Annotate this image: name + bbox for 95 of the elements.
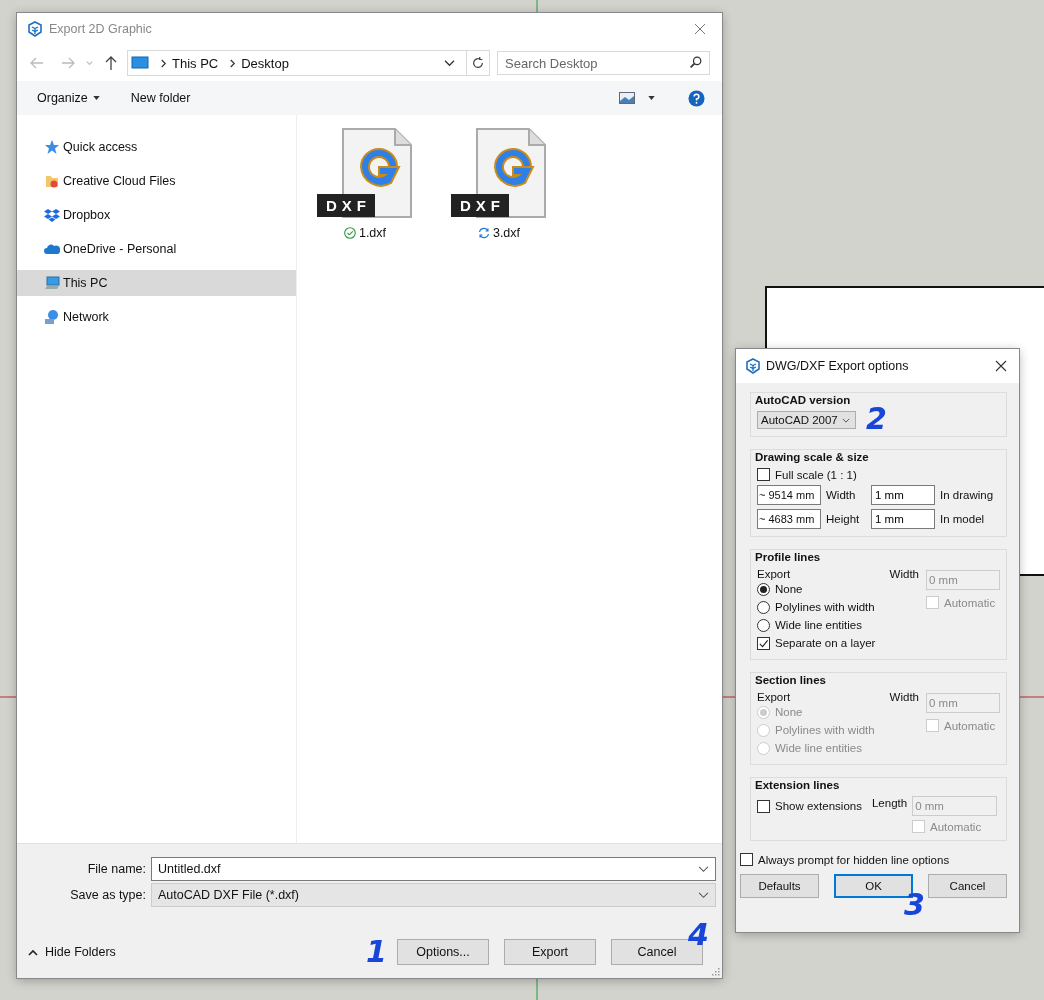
- chevron-down-icon: [842, 417, 850, 423]
- sidebar-item[interactable]: Dropbox: [17, 202, 296, 228]
- dimension-label: Height: [826, 513, 861, 525]
- sidebar-item[interactable]: Quick access: [17, 134, 296, 160]
- computer-icon: [44, 275, 60, 291]
- new-folder-button[interactable]: New folder: [130, 91, 191, 105]
- close-icon: [995, 360, 1007, 372]
- chevron-down-icon: [698, 891, 709, 899]
- radio-label: None: [775, 583, 803, 595]
- hide-folders-button[interactable]: Hide Folders: [28, 945, 116, 959]
- organize-menu-button[interactable]: Organize: [37, 91, 88, 105]
- file-type-badge: DXF: [317, 194, 375, 217]
- caret-icon: [92, 96, 100, 100]
- radio-label: None: [775, 706, 803, 718]
- file-item[interactable]: 1.dxf: [343, 226, 387, 240]
- checkbox-label: Automatic: [944, 596, 996, 609]
- checkbox[interactable]: [757, 468, 770, 481]
- checkbox-label: Separate on a layer: [775, 637, 876, 649]
- sidebar-item[interactable]: Creative Cloud Files: [17, 168, 296, 194]
- checkbox-label: Always prompt for hidden line options: [758, 853, 950, 866]
- star-icon: [44, 139, 60, 155]
- group-heading: Drawing scale & size: [755, 451, 870, 463]
- help-icon[interactable]: [688, 89, 705, 107]
- checkbox-label: Automatic: [944, 719, 996, 732]
- checkbox-label: Automatic: [930, 820, 982, 833]
- handwritten-number: 1: [366, 937, 387, 967]
- save-as-type-label: Save as type:: [69, 888, 147, 902]
- chevron-right-icon: [160, 58, 167, 68]
- breadcrumb[interactable]: This PC: [172, 55, 219, 71]
- checkbox[interactable]: [740, 853, 753, 866]
- radio-label: Polylines with width: [775, 724, 875, 736]
- address-bar[interactable]: This PC Desktop: [127, 50, 490, 76]
- sync-icon: [477, 227, 490, 239]
- file-type-badge: DXF: [451, 194, 509, 217]
- checkbox[interactable]: [757, 799, 770, 813]
- chevron-down-icon: [698, 865, 709, 873]
- file-name-field[interactable]: Untitled.dxf: [151, 857, 716, 881]
- dropbox-icon: [44, 207, 60, 223]
- cube-logo-icon: [745, 358, 761, 374]
- chevron-down-icon[interactable]: [444, 58, 455, 68]
- dialog-button[interactable]: Cancel: [928, 874, 1007, 898]
- group-heading: Profile lines: [755, 551, 822, 563]
- group-heading: AutoCAD version: [755, 394, 852, 406]
- breadcrumb[interactable]: Desktop: [241, 55, 289, 71]
- dimension-label: Width: [826, 489, 857, 501]
- dialog-button[interactable]: Export: [504, 939, 596, 965]
- search-field[interactable]: Search Desktop: [497, 51, 710, 75]
- export-label: Export: [757, 691, 792, 703]
- sidebar-item[interactable]: OneDrive - Personal: [17, 236, 296, 262]
- width-label: Width: [889, 568, 919, 580]
- handwritten-number: 2: [866, 404, 887, 434]
- folder-icon: [44, 173, 60, 189]
- close-icon: [694, 23, 706, 35]
- scale-input[interactable]: 1 mm: [871, 509, 935, 529]
- scale-input[interactable]: 1 mm: [871, 485, 935, 505]
- radio-label: Wide line entities: [775, 619, 862, 631]
- radio-button[interactable]: [757, 582, 770, 596]
- width-label: Width: [889, 691, 919, 703]
- dialog-button[interactable]: Options...: [397, 939, 489, 965]
- radio-label: Polylines with width: [775, 601, 875, 613]
- size-readout: ~ 4683 mm: [757, 509, 821, 529]
- length-label: Length: [871, 797, 908, 809]
- file-item[interactable]: 3.dxf: [477, 226, 521, 240]
- chevron-right-icon: [229, 58, 237, 68]
- checkbox-label: Full scale (1 : 1): [775, 468, 857, 481]
- network-icon: [44, 309, 60, 325]
- resize-grip-icon[interactable]: [712, 968, 720, 976]
- checkbox-label: Show extensions: [775, 800, 862, 812]
- scale-note: In model: [940, 513, 985, 525]
- search-icon: [689, 56, 702, 69]
- sidebar-item[interactable]: Network: [17, 304, 296, 330]
- refresh-icon: [471, 56, 485, 70]
- size-readout: ~ 9514 mm: [757, 485, 821, 505]
- radio-label: Wide line entities: [775, 742, 862, 754]
- scale-note: In drawing: [940, 489, 994, 501]
- caret-icon[interactable]: [648, 96, 655, 100]
- version-dropdown[interactable]: AutoCAD 2007: [757, 411, 856, 429]
- caret-icon: [28, 948, 38, 956]
- up-arrow-icon[interactable]: [103, 55, 119, 71]
- dialog-title: DWG/DXF Export options: [766, 359, 909, 373]
- dialog-button[interactable]: Defaults: [740, 874, 819, 898]
- view-options-icon[interactable]: [619, 92, 635, 104]
- radio-button[interactable]: [757, 618, 770, 632]
- window-title: Export 2D Graphic: [49, 22, 152, 36]
- checkbox[interactable]: [757, 636, 770, 650]
- sidebar-item[interactable]: This PC: [17, 270, 296, 296]
- file-name-label: File name:: [86, 862, 147, 876]
- group-heading: Extension lines: [755, 779, 841, 791]
- monitor-icon: [131, 56, 149, 70]
- group-heading: Section lines: [755, 674, 827, 686]
- export-label: Export: [757, 568, 792, 580]
- radio-button[interactable]: [757, 600, 770, 614]
- cube-logo-icon: [27, 21, 43, 37]
- check-circle-icon: [343, 227, 356, 239]
- save-as-type-dropdown[interactable]: AutoCAD DXF File (*.dxf): [151, 883, 716, 907]
